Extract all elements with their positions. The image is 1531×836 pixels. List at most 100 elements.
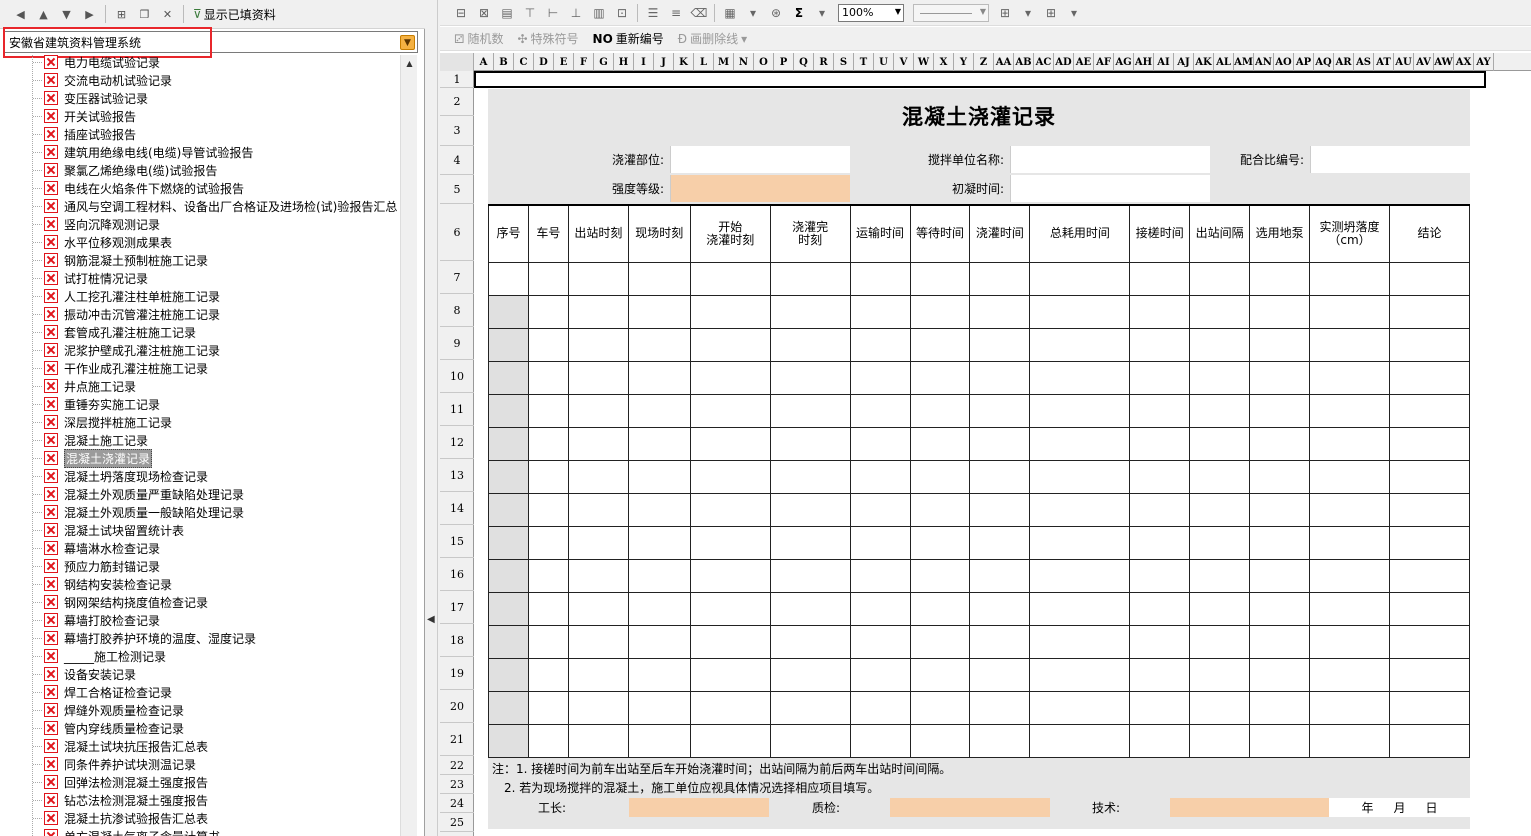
row-header-cell[interactable]: 17 [440, 591, 474, 624]
worksheet[interactable]: 混凝土浇灌记录 浇灌部位: 搅拌单位名称: 配合比编号: 强度等级: 初凝时间:… [474, 71, 1531, 836]
row-header-cell[interactable]: 9 [440, 327, 474, 360]
tree-item[interactable]: 单方混凝土气离子含量计算书 [44, 827, 220, 836]
tree-item[interactable]: 混凝土浇灌记录 [44, 448, 153, 468]
column-header-cell[interactable]: AB [1014, 53, 1034, 71]
table-cell[interactable] [1389, 261, 1470, 296]
table-cell[interactable] [969, 723, 1031, 758]
row-header-cell[interactable]: 14 [440, 492, 474, 525]
tree-item[interactable]: 交流电动机试验记录 [44, 71, 172, 89]
table-cell[interactable] [1389, 723, 1470, 758]
table-cell[interactable] [1309, 525, 1391, 560]
column-header-cell[interactable]: J [654, 53, 674, 71]
table-cell[interactable] [1029, 426, 1131, 461]
table-cell[interactable] [909, 294, 971, 329]
table-cell[interactable] [627, 426, 691, 461]
table-cell[interactable] [1029, 525, 1131, 560]
table-cell[interactable] [527, 393, 569, 428]
column-header-cell[interactable]: C [514, 53, 534, 71]
table-cell[interactable] [689, 294, 771, 329]
table-cell[interactable] [627, 327, 691, 362]
merge-cells-icon[interactable]: ⊟ [450, 3, 472, 23]
table-cell[interactable] [1129, 459, 1191, 494]
table-cell[interactable] [488, 426, 529, 461]
table-cell[interactable] [1389, 525, 1470, 560]
tree-item[interactable]: 泥浆护壁成孔灌注桩施工记录 [44, 341, 220, 359]
insert-col-icon[interactable]: ⊢ [542, 3, 564, 23]
table-cell[interactable] [689, 492, 771, 527]
formula-icon[interactable]: ⊛ [765, 3, 787, 23]
column-header-cell[interactable]: P [774, 53, 794, 71]
dropdown-icon[interactable]: ▾ [1017, 3, 1039, 23]
table-cell[interactable] [1129, 690, 1191, 725]
column-header-cell[interactable]: AU [1394, 53, 1414, 71]
table-cell[interactable] [1129, 294, 1191, 329]
table-cell[interactable] [1389, 624, 1470, 659]
column-header-cell[interactable]: Y [954, 53, 974, 71]
row-header-cell[interactable]: 21 [440, 723, 474, 756]
foreman-field[interactable] [629, 798, 769, 817]
table-cell[interactable] [849, 294, 911, 329]
table-cell[interactable] [689, 327, 771, 362]
table-cell[interactable] [769, 558, 851, 593]
table-cell[interactable] [567, 657, 629, 692]
tree-item[interactable]: 混凝土外观质量严重缺陷处理记录 [44, 485, 244, 503]
tree-item[interactable]: 电力电缆试验记录 [44, 55, 160, 71]
tree-item[interactable]: 混凝土施工记录 [44, 431, 148, 449]
scroll-up-icon[interactable]: ▲ [401, 55, 418, 72]
tree-item[interactable]: 开关试验报告 [44, 107, 136, 125]
tree-item[interactable]: 重锤夯实施工记录 [44, 395, 160, 413]
column-header-cell[interactable]: H [614, 53, 634, 71]
table-cell[interactable] [567, 360, 629, 395]
delete-icon[interactable]: ✕ [157, 4, 178, 25]
tree-item[interactable]: 焊工合格证检查记录 [44, 683, 172, 701]
table-cell[interactable] [849, 360, 911, 395]
table-cell[interactable] [909, 360, 971, 395]
row-header-cell[interactable]: 2 [440, 88, 474, 116]
column-header-cell[interactable]: AK [1194, 53, 1214, 71]
table-cell[interactable] [527, 294, 569, 329]
tree-item[interactable]: 钢结构安装检查记录 [44, 575, 172, 593]
tree-item[interactable]: 试打桩情况记录 [44, 269, 148, 287]
table-cell[interactable] [488, 327, 529, 362]
table-cell[interactable] [1389, 690, 1470, 725]
table-cell[interactable] [1029, 492, 1131, 527]
table-cell[interactable] [969, 393, 1031, 428]
table-cell[interactable] [969, 426, 1031, 461]
table-cell[interactable] [769, 426, 851, 461]
table-cell[interactable] [769, 525, 851, 560]
table-cell[interactable] [769, 591, 851, 626]
table-cell[interactable] [567, 624, 629, 659]
table-cell[interactable] [969, 591, 1031, 626]
chevron-down-icon[interactable]: ▾ [741, 32, 747, 46]
table-cell[interactable] [909, 723, 971, 758]
column-header-cell[interactable]: T [854, 53, 874, 71]
table-cell[interactable] [527, 261, 569, 296]
table-cell[interactable] [1129, 558, 1191, 593]
tree-item[interactable]: 电线在火焰条件下燃烧的试验报告 [44, 179, 244, 197]
column-header-cell[interactable]: Q [794, 53, 814, 71]
tree-item[interactable]: 钢筋混凝土预制桩施工记录 [44, 251, 208, 269]
table-cell[interactable] [909, 492, 971, 527]
dropdown-icon[interactable]: ▾ [742, 3, 764, 23]
table-cell[interactable] [909, 657, 971, 692]
table-cell[interactable] [567, 525, 629, 560]
column-header-cell[interactable]: Z [974, 53, 994, 71]
table-cell[interactable] [1129, 723, 1191, 758]
table-cell[interactable] [1189, 294, 1251, 329]
table-cell[interactable] [689, 558, 771, 593]
table-cell[interactable] [1189, 426, 1251, 461]
row-header-cell[interactable]: 6 [440, 204, 474, 261]
row-header-cell[interactable]: 7 [440, 261, 474, 294]
tree-item[interactable]: _____施工检测记录 [44, 647, 166, 665]
special-symbol-button[interactable]: ✣ 特殊符号 [517, 30, 578, 47]
row-header-cell[interactable]: 8 [440, 294, 474, 327]
table-cell[interactable] [1389, 558, 1470, 593]
table-cell[interactable] [527, 558, 569, 593]
table-cell[interactable] [488, 657, 529, 692]
tree-item[interactable]: 混凝土试块留置统计表 [44, 521, 184, 539]
table-cell[interactable] [488, 558, 529, 593]
table-cell[interactable] [769, 624, 851, 659]
tree-item[interactable]: 混凝土坍落度现场检查记录 [44, 467, 208, 485]
table-cell[interactable] [689, 624, 771, 659]
dropdown-icon[interactable]: ▾ [1063, 3, 1085, 23]
